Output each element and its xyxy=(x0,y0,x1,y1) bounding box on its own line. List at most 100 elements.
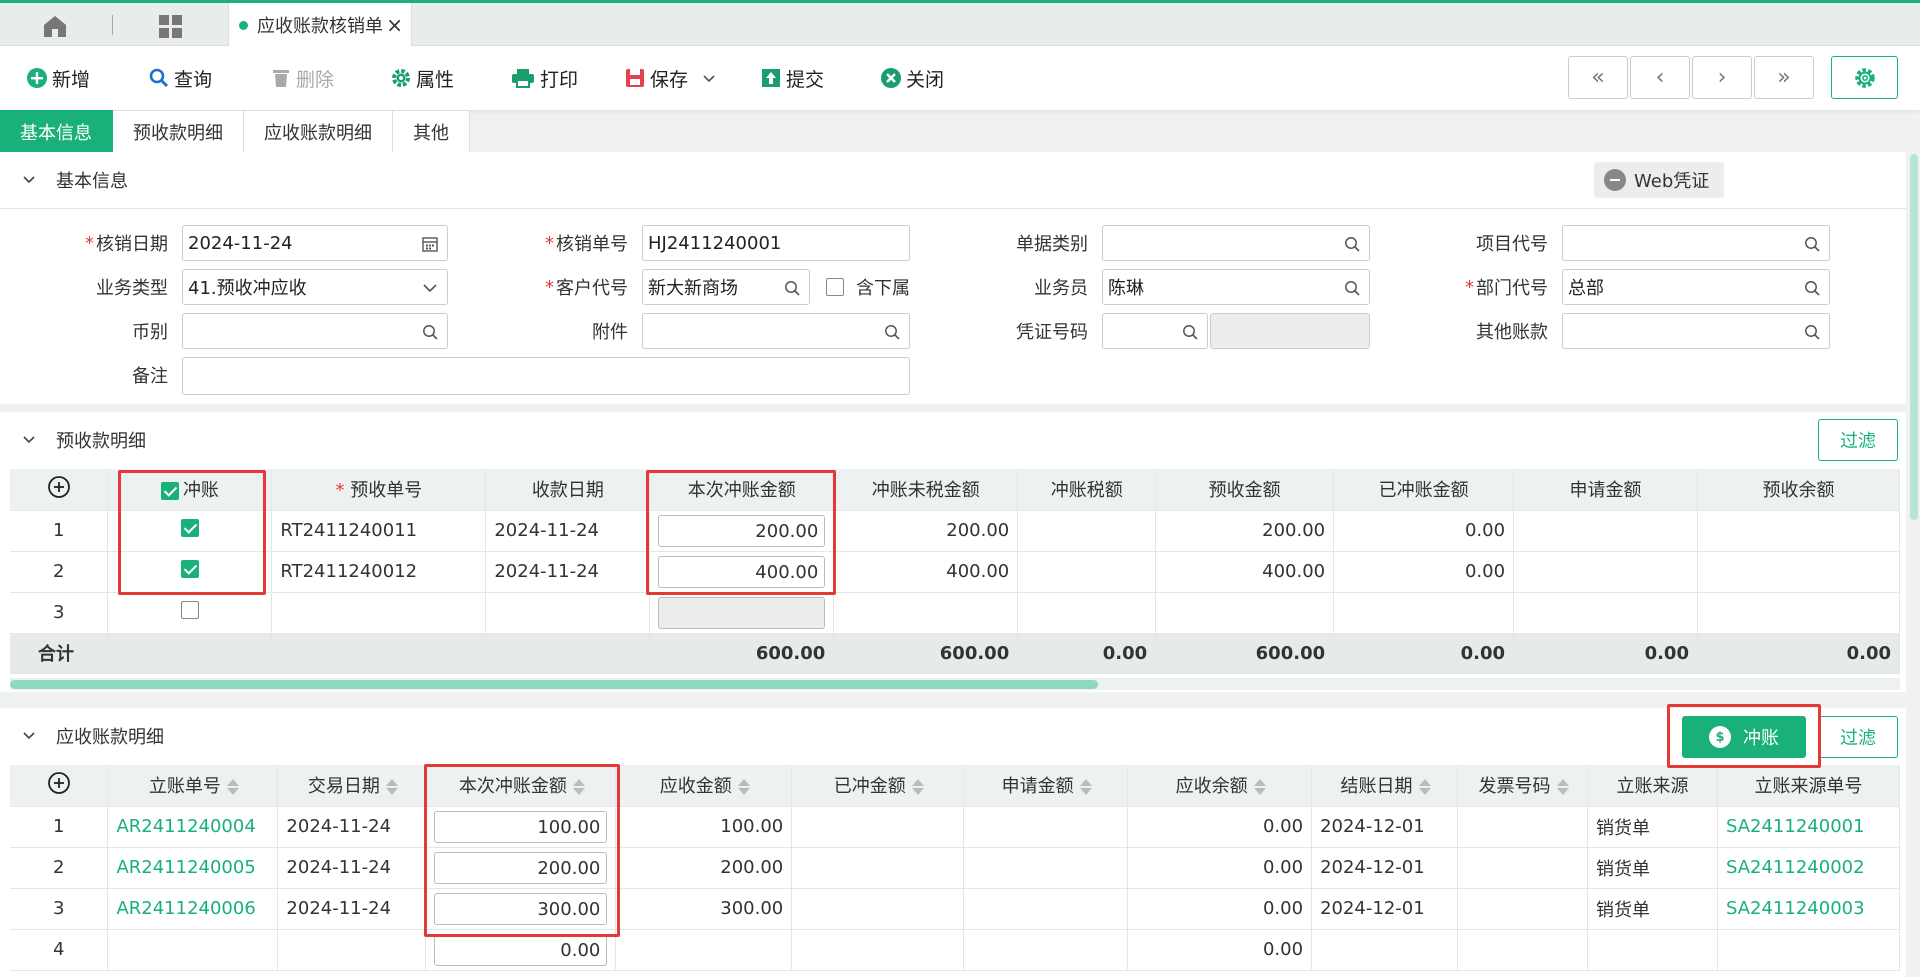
close-date-header[interactable]: 结账日期 xyxy=(1311,765,1459,807)
row-checkbox[interactable] xyxy=(180,560,199,578)
source-no-link[interactable]: SA2411240001 xyxy=(1717,806,1901,848)
settings-button[interactable] xyxy=(1831,56,1898,99)
search-icon[interactable] xyxy=(1803,279,1821,297)
ar-no-header[interactable]: 立账单号 xyxy=(107,765,279,807)
attach-field[interactable] xyxy=(642,313,910,349)
scrollbar-thumb[interactable] xyxy=(10,680,1098,689)
close-tab-icon[interactable]: × xyxy=(386,13,403,37)
web-voucher-button[interactable]: Web凭证 xyxy=(1594,162,1724,198)
tab-basic-info[interactable]: 基本信息 xyxy=(0,110,113,152)
add-row-cell[interactable] xyxy=(10,469,109,511)
horizontal-scrollbar[interactable] xyxy=(10,678,1900,690)
prepay-filter-button[interactable]: 过滤 xyxy=(1818,419,1898,461)
dept-field[interactable]: 总部 xyxy=(1562,269,1830,305)
search-icon[interactable] xyxy=(1181,323,1199,341)
source-no-link[interactable]: SA2411240002 xyxy=(1717,847,1901,889)
row-checkbox[interactable] xyxy=(180,519,199,537)
close-button[interactable]: 关闭 xyxy=(880,64,944,92)
chevron-down-icon[interactable] xyxy=(421,279,439,297)
trade-date-header[interactable]: 交易日期 xyxy=(277,765,427,807)
project-field[interactable] xyxy=(1562,225,1830,261)
doctype-field[interactable] xyxy=(1102,225,1370,261)
search-icon[interactable] xyxy=(1343,279,1361,297)
select-all-checkbox[interactable] xyxy=(160,482,179,501)
offsetted-header[interactable]: 已冲金额 xyxy=(791,765,965,807)
next-record-button[interactable]: › xyxy=(1692,56,1752,99)
row-checkbox-cell[interactable] xyxy=(107,592,273,634)
vertical-scrollbar[interactable] xyxy=(1908,152,1920,977)
source-no-link[interactable] xyxy=(1717,929,1901,971)
include-sub-box[interactable] xyxy=(826,278,844,296)
search-icon[interactable] xyxy=(421,323,439,341)
offset-amount-input[interactable]: 200.00 xyxy=(658,514,826,547)
offset-button[interactable]: $ 冲账 xyxy=(1682,716,1806,758)
currency-field[interactable] xyxy=(182,313,448,349)
table-row[interactable]: 4 0.00 0.00 xyxy=(10,929,1901,971)
offset-amount-input[interactable]: 0.00 xyxy=(434,933,608,966)
grid-icon[interactable] xyxy=(156,11,186,41)
prev-record-button[interactable]: ‹ xyxy=(1630,56,1690,99)
offset-amount-header[interactable]: 本次冲账金额 xyxy=(425,765,617,807)
search-icon[interactable] xyxy=(1343,235,1361,253)
offset-amount-input[interactable]: 400.00 xyxy=(658,555,826,588)
query-button[interactable]: 查询 xyxy=(148,64,212,92)
ar-no-link[interactable]: AR2411240005 xyxy=(107,847,279,889)
document-tab[interactable]: 应收账款核销单 × xyxy=(228,3,412,47)
search-icon[interactable] xyxy=(1803,235,1821,253)
properties-button[interactable]: 属性 xyxy=(390,64,454,92)
no-field[interactable]: HJ2411240001 xyxy=(642,225,910,261)
tab-other[interactable]: 其他 xyxy=(393,110,470,152)
plus-circle-icon[interactable] xyxy=(47,475,71,499)
add-row-cell[interactable] xyxy=(10,765,109,807)
row-checkbox[interactable] xyxy=(180,601,199,619)
receivable-amount-header[interactable]: 应收金额 xyxy=(615,765,793,807)
delete-button[interactable]: 删除 xyxy=(270,64,334,92)
customer-field[interactable]: 新大新商场 xyxy=(642,269,810,305)
include-sub-checkbox[interactable]: 含下属 xyxy=(826,269,910,305)
offset-amount-input[interactable]: 200.00 xyxy=(434,851,608,884)
apply-header[interactable]: 申请金额 xyxy=(963,765,1129,807)
ar-no-link[interactable]: AR2411240004 xyxy=(107,806,279,848)
table-row[interactable]: 2 AR2411240005 2024-11-24 200.00 200.00 … xyxy=(10,847,1901,889)
source-no-link[interactable]: SA2411240003 xyxy=(1717,888,1901,930)
table-row[interactable]: 3 xyxy=(10,592,1901,634)
row-checkbox-cell[interactable] xyxy=(107,510,273,552)
tab-receivable-detail[interactable]: 应收账款明细 xyxy=(244,110,393,152)
table-row[interactable]: 3 AR2411240006 2024-11-24 300.00 300.00 … xyxy=(10,888,1901,930)
receivable-filter-button[interactable]: 过滤 xyxy=(1818,716,1898,758)
home-icon[interactable] xyxy=(38,11,72,41)
table-row[interactable]: 1 AR2411240004 2024-11-24 100.00 100.00 … xyxy=(10,806,1901,848)
offset-header[interactable]: 冲账 xyxy=(107,469,273,511)
table-row[interactable]: 1 RT2411240011 2024-11-24 200.00 200.00 … xyxy=(10,510,1901,552)
voucher-field[interactable] xyxy=(1102,313,1208,349)
ar-no-link[interactable]: AR2411240006 xyxy=(107,888,279,930)
offset-amount-input[interactable]: 100.00 xyxy=(434,810,608,843)
save-button[interactable]: 保存 xyxy=(624,64,716,92)
search-icon[interactable] xyxy=(883,323,901,341)
remark-field[interactable] xyxy=(182,357,910,395)
offset-amount-input[interactable]: 300.00 xyxy=(434,892,608,925)
search-icon[interactable] xyxy=(783,279,801,297)
other-field[interactable] xyxy=(1562,313,1830,349)
calendar-icon[interactable] xyxy=(421,235,439,253)
receivable-header[interactable]: 应收账款明细 xyxy=(0,708,1906,764)
ar-no-link[interactable] xyxy=(107,929,279,971)
tab-prepay-detail[interactable]: 预收款明细 xyxy=(113,110,244,152)
invoice-header[interactable]: 发票号码 xyxy=(1457,765,1588,807)
prepay-header[interactable]: 预收款明细 xyxy=(0,412,1906,468)
balance-header[interactable]: 应收余额 xyxy=(1127,765,1313,807)
last-record-button[interactable]: » xyxy=(1754,56,1814,99)
submit-button[interactable]: 提交 xyxy=(760,64,824,92)
table-row[interactable]: 2 RT2411240012 2024-11-24 400.00 400.00 … xyxy=(10,551,1901,593)
print-button[interactable]: 打印 xyxy=(510,64,578,92)
add-button[interactable]: 新增 xyxy=(26,64,90,92)
chevron-down-icon[interactable] xyxy=(702,67,716,89)
scrollbar-thumb[interactable] xyxy=(1910,154,1918,520)
first-record-button[interactable]: « xyxy=(1568,56,1628,99)
date-field[interactable]: 2024-11-24 xyxy=(182,225,448,261)
salesman-field[interactable]: 陈琳 xyxy=(1102,269,1370,305)
row-checkbox-cell[interactable] xyxy=(107,551,273,593)
plus-circle-icon[interactable] xyxy=(47,771,71,795)
search-icon[interactable] xyxy=(1803,323,1821,341)
biztype-select[interactable]: 41.预收冲应收 xyxy=(182,269,448,305)
